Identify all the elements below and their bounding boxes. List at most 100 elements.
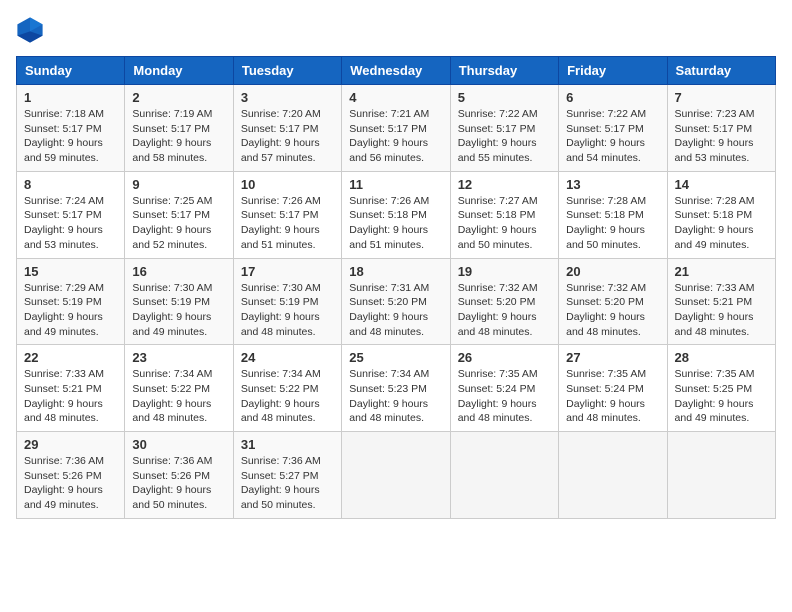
day-content: Sunrise: 7:28 AM Sunset: 5:18 PM Dayligh… — [566, 194, 659, 253]
day-content: Sunrise: 7:23 AM Sunset: 5:17 PM Dayligh… — [675, 107, 768, 166]
calendar-cell: 24 Sunrise: 7:34 AM Sunset: 5:22 PM Dayli… — [233, 345, 341, 432]
calendar-cell: 11 Sunrise: 7:26 AM Sunset: 5:18 PM Dayli… — [342, 171, 450, 258]
day-number: 20 — [566, 264, 659, 279]
calendar-cell: 21 Sunrise: 7:33 AM Sunset: 5:21 PM Dayli… — [667, 258, 775, 345]
day-number: 4 — [349, 90, 442, 105]
day-of-week-header: Monday — [125, 57, 233, 85]
calendar-cell: 8Sunrise: 7:24 AM Sunset: 5:17 PM Daylig… — [17, 171, 125, 258]
day-content: Sunrise: 7:33 AM Sunset: 5:21 PM Dayligh… — [24, 367, 117, 426]
day-content: Sunrise: 7:34 AM Sunset: 5:22 PM Dayligh… — [132, 367, 225, 426]
calendar-cell: 23 Sunrise: 7:34 AM Sunset: 5:22 PM Dayli… — [125, 345, 233, 432]
day-number: 31 — [241, 437, 334, 452]
day-of-week-header: Thursday — [450, 57, 558, 85]
day-number: 13 — [566, 177, 659, 192]
day-number: 26 — [458, 350, 551, 365]
calendar-week-row: 22 Sunrise: 7:33 AM Sunset: 5:21 PM Dayli… — [17, 345, 776, 432]
calendar-cell: 17Sunrise: 7:30 AM Sunset: 5:19 PM Dayli… — [233, 258, 341, 345]
calendar-cell: 4 Sunrise: 7:21 AM Sunset: 5:17 PM Daylig… — [342, 85, 450, 172]
calendar-cell — [342, 432, 450, 519]
day-number: 23 — [132, 350, 225, 365]
day-number: 18 — [349, 264, 442, 279]
day-number: 27 — [566, 350, 659, 365]
day-content: Sunrise: 7:22 AM Sunset: 5:17 PM Dayligh… — [458, 107, 551, 166]
calendar-cell: 29 Sunrise: 7:36 AM Sunset: 5:26 PM Dayli… — [17, 432, 125, 519]
day-content: Sunrise: 7:35 AM Sunset: 5:24 PM Dayligh… — [458, 367, 551, 426]
day-number: 3 — [241, 90, 334, 105]
day-number: 10 — [241, 177, 334, 192]
logo — [16, 16, 48, 44]
calendar-cell: 28 Sunrise: 7:35 AM Sunset: 5:25 PM Dayli… — [667, 345, 775, 432]
day-content: Sunrise: 7:22 AM Sunset: 5:17 PM Dayligh… — [566, 107, 659, 166]
day-number: 2 — [132, 90, 225, 105]
day-content: Sunrise: 7:19 AM Sunset: 5:17 PM Dayligh… — [132, 107, 225, 166]
day-number: 15 — [24, 264, 117, 279]
calendar-cell: 19 Sunrise: 7:32 AM Sunset: 5:20 PM Dayli… — [450, 258, 558, 345]
day-number: 8 — [24, 177, 117, 192]
day-content: Sunrise: 7:21 AM Sunset: 5:17 PM Dayligh… — [349, 107, 442, 166]
calendar-week-row: 15 Sunrise: 7:29 AM Sunset: 5:19 PM Dayli… — [17, 258, 776, 345]
day-number: 21 — [675, 264, 768, 279]
calendar-cell: 30 Sunrise: 7:36 AM Sunset: 5:26 PM Dayli… — [125, 432, 233, 519]
calendar-cell — [667, 432, 775, 519]
calendar-cell: 22 Sunrise: 7:33 AM Sunset: 5:21 PM Dayli… — [17, 345, 125, 432]
day-content: Sunrise: 7:27 AM Sunset: 5:18 PM Dayligh… — [458, 194, 551, 253]
calendar-week-row: 1Sunrise: 7:18 AM Sunset: 5:17 PM Daylig… — [17, 85, 776, 172]
day-of-week-header: Sunday — [17, 57, 125, 85]
calendar-cell: 2 Sunrise: 7:19 AM Sunset: 5:17 PM Daylig… — [125, 85, 233, 172]
day-content: Sunrise: 7:28 AM Sunset: 5:18 PM Dayligh… — [675, 194, 768, 253]
day-content: Sunrise: 7:30 AM Sunset: 5:19 PM Dayligh… — [132, 281, 225, 340]
day-content: Sunrise: 7:26 AM Sunset: 5:18 PM Dayligh… — [349, 194, 442, 253]
calendar-cell: 9Sunrise: 7:25 AM Sunset: 5:17 PM Daylig… — [125, 171, 233, 258]
calendar-week-row: 29 Sunrise: 7:36 AM Sunset: 5:26 PM Dayli… — [17, 432, 776, 519]
day-number: 5 — [458, 90, 551, 105]
page-header — [16, 16, 776, 44]
day-content: Sunrise: 7:35 AM Sunset: 5:24 PM Dayligh… — [566, 367, 659, 426]
calendar-cell: 7Sunrise: 7:23 AM Sunset: 5:17 PM Daylig… — [667, 85, 775, 172]
day-number: 16 — [132, 264, 225, 279]
day-content: Sunrise: 7:20 AM Sunset: 5:17 PM Dayligh… — [241, 107, 334, 166]
day-number: 30 — [132, 437, 225, 452]
calendar-cell: 12 Sunrise: 7:27 AM Sunset: 5:18 PM Dayli… — [450, 171, 558, 258]
day-content: Sunrise: 7:32 AM Sunset: 5:20 PM Dayligh… — [458, 281, 551, 340]
day-of-week-header: Friday — [559, 57, 667, 85]
day-content: Sunrise: 7:35 AM Sunset: 5:25 PM Dayligh… — [675, 367, 768, 426]
day-number: 14 — [675, 177, 768, 192]
calendar-cell: 18Sunrise: 7:31 AM Sunset: 5:20 PM Dayli… — [342, 258, 450, 345]
day-content: Sunrise: 7:36 AM Sunset: 5:26 PM Dayligh… — [132, 454, 225, 513]
day-number: 17 — [241, 264, 334, 279]
calendar-cell: 5 Sunrise: 7:22 AM Sunset: 5:17 PM Daylig… — [450, 85, 558, 172]
day-number: 12 — [458, 177, 551, 192]
calendar-cell: 16 Sunrise: 7:30 AM Sunset: 5:19 PM Dayli… — [125, 258, 233, 345]
day-number: 24 — [241, 350, 334, 365]
day-number: 1 — [24, 90, 117, 105]
calendar-cell: 6 Sunrise: 7:22 AM Sunset: 5:17 PM Daylig… — [559, 85, 667, 172]
calendar-cell: 20Sunrise: 7:32 AM Sunset: 5:20 PM Dayli… — [559, 258, 667, 345]
day-number: 11 — [349, 177, 442, 192]
day-of-week-header: Tuesday — [233, 57, 341, 85]
logo-icon — [16, 16, 44, 44]
day-of-week-header: Wednesday — [342, 57, 450, 85]
calendar-cell: 15 Sunrise: 7:29 AM Sunset: 5:19 PM Dayli… — [17, 258, 125, 345]
day-content: Sunrise: 7:25 AM Sunset: 5:17 PM Dayligh… — [132, 194, 225, 253]
day-number: 22 — [24, 350, 117, 365]
calendar-cell: 25Sunrise: 7:34 AM Sunset: 5:23 PM Dayli… — [342, 345, 450, 432]
day-number: 19 — [458, 264, 551, 279]
day-number: 28 — [675, 350, 768, 365]
day-number: 29 — [24, 437, 117, 452]
day-number: 6 — [566, 90, 659, 105]
day-content: Sunrise: 7:36 AM Sunset: 5:27 PM Dayligh… — [241, 454, 334, 513]
day-content: Sunrise: 7:33 AM Sunset: 5:21 PM Dayligh… — [675, 281, 768, 340]
day-content: Sunrise: 7:34 AM Sunset: 5:23 PM Dayligh… — [349, 367, 442, 426]
calendar-cell: 10Sunrise: 7:26 AM Sunset: 5:17 PM Dayli… — [233, 171, 341, 258]
day-content: Sunrise: 7:29 AM Sunset: 5:19 PM Dayligh… — [24, 281, 117, 340]
calendar-table: SundayMondayTuesdayWednesdayThursdayFrid… — [16, 56, 776, 519]
calendar-cell: 3 Sunrise: 7:20 AM Sunset: 5:17 PM Daylig… — [233, 85, 341, 172]
calendar-cell: 26 Sunrise: 7:35 AM Sunset: 5:24 PM Dayli… — [450, 345, 558, 432]
calendar-cell: 27 Sunrise: 7:35 AM Sunset: 5:24 PM Dayli… — [559, 345, 667, 432]
calendar-header-row: SundayMondayTuesdayWednesdayThursdayFrid… — [17, 57, 776, 85]
day-content: Sunrise: 7:36 AM Sunset: 5:26 PM Dayligh… — [24, 454, 117, 513]
calendar-cell — [450, 432, 558, 519]
day-of-week-header: Saturday — [667, 57, 775, 85]
day-content: Sunrise: 7:34 AM Sunset: 5:22 PM Dayligh… — [241, 367, 334, 426]
calendar-cell: 1Sunrise: 7:18 AM Sunset: 5:17 PM Daylig… — [17, 85, 125, 172]
